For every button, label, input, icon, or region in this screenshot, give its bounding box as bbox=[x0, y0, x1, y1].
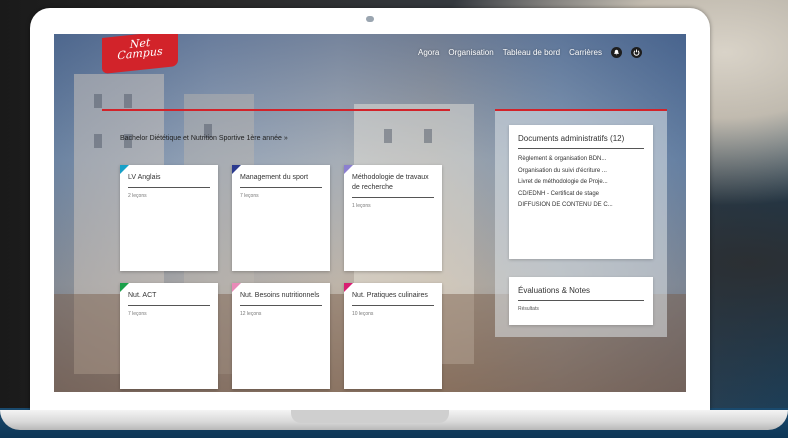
background-window bbox=[124, 94, 132, 108]
background-window bbox=[94, 134, 102, 148]
app-screen: Net Campus Agora Organisation Tableau de… bbox=[54, 34, 686, 392]
documents-box: Documents administratifs (12) Règlement … bbox=[509, 125, 653, 259]
course-card-methodologie[interactable]: Méthodologie de travaux de recherche 1 l… bbox=[344, 165, 442, 271]
nav-link-organisation[interactable]: Organisation bbox=[448, 48, 493, 57]
course-color-marker bbox=[232, 165, 241, 174]
course-lesson-count: 7 leçons bbox=[128, 311, 147, 317]
documents-title[interactable]: Documents administratifs (12) bbox=[518, 134, 644, 149]
document-link[interactable]: CD/EDNH - Certificat de stage bbox=[518, 189, 644, 201]
power-icon[interactable] bbox=[631, 47, 642, 58]
course-title: Nut. Pratiques culinaires bbox=[352, 291, 434, 306]
course-card-nut-pratiques[interactable]: Nut. Pratiques culinaires 10 leçons bbox=[344, 283, 442, 389]
background-window bbox=[94, 94, 102, 108]
course-title: Nut. Besoins nutritionnels bbox=[240, 291, 322, 306]
course-card-lv-anglais[interactable]: LV Anglais 2 leçons bbox=[120, 165, 218, 271]
course-color-marker bbox=[120, 283, 129, 292]
laptop-lid: Net Campus Agora Organisation Tableau de… bbox=[30, 8, 710, 412]
document-link[interactable]: Livret de méthodologie de Proje... bbox=[518, 177, 644, 189]
evaluations-box: Évaluations & Notes Résultats bbox=[509, 277, 653, 325]
course-lesson-count: 2 leçons bbox=[128, 193, 147, 199]
course-lesson-count: 10 leçons bbox=[352, 311, 374, 317]
courses-panel: Bachelor Diététique et Nutrition Sportiv… bbox=[102, 109, 450, 392]
course-title: Management du sport bbox=[240, 173, 322, 188]
bell-icon[interactable] bbox=[611, 47, 622, 58]
document-link[interactable]: DIFFUSION DE CONTENU DE C... bbox=[518, 200, 644, 212]
document-link[interactable]: Organisation du suivi d'écriture ... bbox=[518, 166, 644, 178]
evaluations-title[interactable]: Évaluations & Notes bbox=[518, 286, 644, 301]
results-link[interactable]: Résultats bbox=[518, 306, 644, 312]
nav-link-tableau-de-bord[interactable]: Tableau de bord bbox=[503, 48, 560, 57]
nav-link-agora[interactable]: Agora bbox=[418, 48, 439, 57]
course-color-marker bbox=[344, 283, 353, 292]
net-campus-logo[interactable]: Net Campus bbox=[102, 34, 178, 74]
course-title: Nut. ACT bbox=[128, 291, 210, 306]
course-card-nut-act[interactable]: Nut. ACT 7 leçons bbox=[120, 283, 218, 389]
sidebar-panel: Documents administratifs (12) Règlement … bbox=[495, 109, 667, 337]
nav-link-carrieres[interactable]: Carrières bbox=[569, 48, 602, 57]
course-title: LV Anglais bbox=[128, 173, 210, 188]
course-lesson-count: 12 leçons bbox=[240, 311, 262, 317]
course-title: Méthodologie de travaux de recherche bbox=[352, 173, 434, 198]
top-navigation: Agora Organisation Tableau de bord Carri… bbox=[418, 47, 642, 58]
course-color-marker bbox=[232, 283, 241, 292]
course-color-marker bbox=[120, 165, 129, 174]
camera-icon bbox=[366, 16, 374, 22]
course-lesson-count: 7 leçons bbox=[240, 193, 259, 199]
course-color-marker bbox=[344, 165, 353, 174]
program-selector[interactable]: Bachelor Diététique et Nutrition Sportiv… bbox=[120, 135, 288, 142]
course-lesson-count: 1 leçons bbox=[352, 203, 371, 209]
document-link[interactable]: Règlement & organisation BDN... bbox=[518, 154, 644, 166]
laptop-base bbox=[0, 410, 788, 430]
laptop-notch bbox=[291, 410, 449, 423]
course-card-management-du-sport[interactable]: Management du sport 7 leçons bbox=[232, 165, 330, 271]
course-card-nut-besoins[interactable]: Nut. Besoins nutritionnels 12 leçons bbox=[232, 283, 330, 389]
